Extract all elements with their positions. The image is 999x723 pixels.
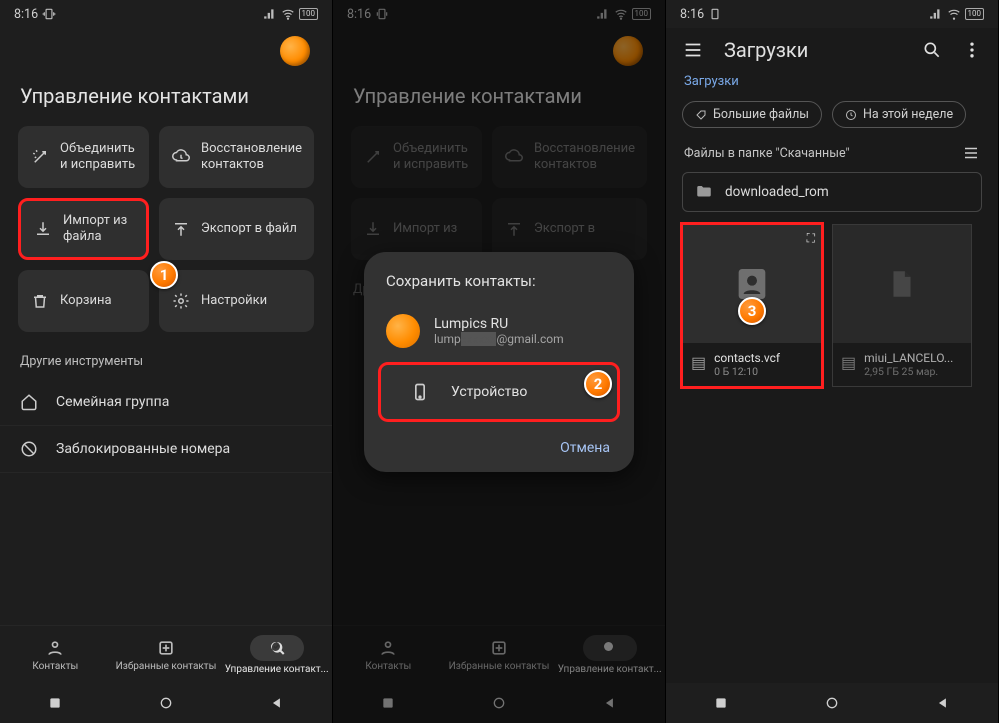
folder-item[interactable]: downloaded_rom	[682, 172, 982, 212]
expand-icon[interactable]: ⛶	[807, 231, 815, 246]
device-option[interactable]: Устройство	[378, 362, 620, 422]
trash-tile[interactable]: Корзина	[18, 270, 149, 332]
nav-favorites[interactable]: Избранные контакты	[111, 626, 222, 683]
dialog-cancel-button[interactable]: Отмена	[364, 426, 634, 464]
generic-file-icon: ▤	[841, 353, 856, 372]
account-name: Lumpics RU	[434, 316, 564, 332]
import-icon	[33, 220, 53, 238]
view-toggle-icon[interactable]	[962, 144, 980, 162]
file-meta: 0 Б 12:10	[714, 365, 780, 378]
clock-icon	[845, 109, 857, 121]
folder-icon	[695, 183, 713, 201]
nav-manage[interactable]: Управление контакт...	[221, 626, 332, 683]
search-icon[interactable]	[922, 40, 942, 60]
battery-indicator: 100	[965, 8, 985, 20]
file-card-miui[interactable]: ▤ miui_LANCELO... 2,95 ГБ 25 мар.	[832, 224, 972, 387]
import-file-tile[interactable]: Импорт из файла	[18, 198, 149, 260]
home-button[interactable]	[157, 694, 175, 712]
system-navbar	[666, 683, 998, 723]
back-button[interactable]	[934, 694, 952, 712]
topbar-title: Загрузки	[724, 38, 902, 62]
block-icon	[20, 440, 40, 458]
bottom-nav: Контакты Избранные контакты Управление к…	[0, 625, 332, 683]
file-meta: 2,95 ГБ 25 мар.	[864, 365, 953, 378]
status-time: 8:16	[680, 7, 704, 22]
status-time: 8:16	[14, 7, 38, 22]
dialog-title: Сохранить контакты:	[364, 272, 634, 304]
contact-file-icon: ▤	[691, 353, 706, 372]
wifi-icon	[281, 7, 295, 21]
recent-apps-button[interactable]	[712, 694, 730, 712]
chip-this-week[interactable]: На этой неделе	[832, 101, 966, 128]
tag-icon	[695, 109, 707, 121]
wand-icon	[30, 148, 50, 166]
blocked-numbers-row[interactable]: Заблокированные номера	[0, 426, 332, 473]
vibrate-icon	[42, 7, 56, 21]
file-card-contacts[interactable]: ⛶ 3 ▤ contacts.vcf 0 Б 12:10	[682, 224, 822, 387]
signal-icon	[929, 7, 943, 21]
phone-icon	[403, 375, 437, 409]
other-tools-label: Другие инструменты	[0, 332, 332, 379]
settings-tile[interactable]: Настройки	[159, 270, 314, 332]
page-title: Управление контактами	[0, 70, 332, 126]
phone-screenshot-3: 8:16 100 Загрузки Загрузки Большие файлы…	[666, 0, 999, 723]
file-name: contacts.vcf	[714, 351, 780, 365]
hamburger-icon[interactable]	[682, 39, 704, 61]
phone-screenshot-1: 8:16 100 Управление контактами Объединит…	[0, 0, 333, 723]
recent-apps-button[interactable]	[46, 694, 64, 712]
signal-icon	[263, 7, 277, 21]
breadcrumb[interactable]: Загрузки	[666, 72, 998, 99]
account-email: lumpxxxxxx@gmail.com	[434, 332, 564, 346]
phone-screenshot-2: 8:16 100 Управление контактами Объединит…	[333, 0, 666, 723]
merge-fix-tile[interactable]: Объединить и исправить	[18, 126, 149, 188]
avatar[interactable]	[280, 36, 310, 66]
save-contacts-dialog: Сохранить контакты: Lumpics RU lumpxxxxx…	[364, 252, 634, 472]
restore-tile[interactable]: Восстановление контактов	[159, 126, 314, 188]
vibrate-icon	[708, 7, 722, 21]
nav-contacts[interactable]: Контакты	[0, 626, 111, 683]
back-button[interactable]	[268, 694, 286, 712]
step-badge-2: 2	[584, 370, 612, 398]
files-section-label: Файлы в папке "Скачанные"	[684, 146, 850, 161]
account-avatar	[386, 314, 420, 348]
file-name: miui_LANCELO...	[864, 351, 953, 365]
trash-icon	[30, 292, 50, 310]
dialog-overlay[interactable]: Сохранить контакты: Lumpics RU lumpxxxxx…	[333, 0, 665, 723]
step-badge-3: 3	[738, 297, 766, 325]
chip-big-files[interactable]: Большие файлы	[682, 101, 822, 128]
account-option[interactable]: Lumpics RU lumpxxxxxx@gmail.com	[364, 304, 634, 358]
home-button[interactable]	[823, 694, 841, 712]
wifi-icon	[947, 7, 961, 21]
home-icon	[20, 393, 40, 411]
export-icon	[171, 220, 191, 238]
family-group-row[interactable]: Семейная группа	[0, 379, 332, 426]
status-bar: 8:16 100	[0, 0, 332, 28]
step-badge-1: 1	[150, 261, 178, 289]
cloud-restore-icon	[171, 148, 191, 166]
export-file-tile[interactable]: Экспорт в файл	[159, 198, 314, 260]
gear-icon	[171, 292, 191, 310]
system-navbar	[0, 683, 332, 723]
status-bar: 8:16 100	[666, 0, 998, 28]
files-topbar: Загрузки	[666, 28, 998, 72]
more-icon[interactable]	[962, 40, 982, 60]
battery-indicator: 100	[299, 8, 319, 20]
